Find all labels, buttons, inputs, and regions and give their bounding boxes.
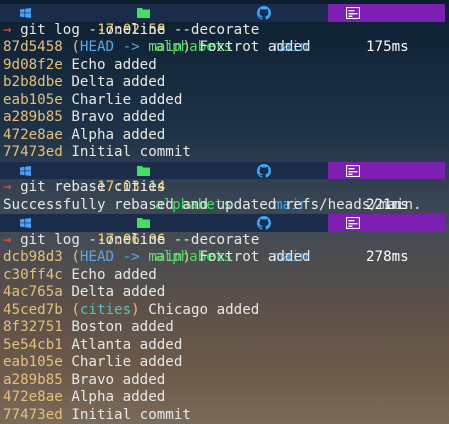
log-line: c30ff4c Echo added xyxy=(3,267,157,285)
command-text: git log --oneline --decorate xyxy=(20,21,260,38)
commit-hash: a289b85 xyxy=(3,371,63,388)
commit-message: Initial commit xyxy=(71,406,191,423)
log-line: 87d5458 (HEAD -> main) Foxtrot added xyxy=(3,39,311,55)
log-line: 472e8ae Alpha added xyxy=(3,127,165,145)
time-segment: 17:02:58 xyxy=(44,4,166,38)
commit-message: Charlie added xyxy=(71,354,183,370)
commit-hash: 4ac765a xyxy=(3,284,63,300)
commit-hash: 45ced7b xyxy=(3,301,63,318)
commit-hash: c30ff4c xyxy=(3,266,63,283)
commit-hash: 77473ed xyxy=(3,144,63,160)
directory-segment: alphabets xyxy=(132,214,250,265)
os-segment xyxy=(0,4,44,22)
command-text: git rebase cities xyxy=(20,179,166,195)
commit-message: Chicago added xyxy=(148,301,260,318)
prompt-bar: 17:06:06 alphabets main 278ms xyxy=(0,214,449,265)
log-line: a289b85 Bravo added xyxy=(3,372,165,390)
git-segment: main xyxy=(250,161,328,213)
branch-ref: main xyxy=(148,249,183,265)
github-icon xyxy=(257,6,271,20)
commit-hash: 472e8ae xyxy=(3,389,63,405)
commit-hash: dcb98d3 xyxy=(3,249,63,265)
os-segment xyxy=(0,214,44,232)
branch-ref: cities xyxy=(79,301,132,318)
windows-icon xyxy=(20,165,31,176)
commit-message: Alpha added xyxy=(71,126,166,143)
commit-hash: b2b8dbe xyxy=(3,74,63,90)
log-line: eab105e Charlie added xyxy=(3,92,182,110)
commit-message: Echo added xyxy=(71,56,157,73)
directory-segment: alphabets xyxy=(132,4,250,55)
commit-message: Foxtrot added xyxy=(199,39,311,55)
head-ref: HEAD -> xyxy=(79,249,149,265)
commit-message: Charlie added xyxy=(71,91,183,108)
github-icon xyxy=(257,163,271,178)
commit-message: Atlanta added xyxy=(71,336,183,353)
commit-hash: 472e8ae xyxy=(3,126,63,143)
timer-icon xyxy=(346,164,360,177)
duration-segment: 175ms xyxy=(328,4,445,55)
commit-hash: 5e54cb1 xyxy=(3,336,63,353)
log-line: 77473ed Initial commit xyxy=(3,407,191,424)
folder-icon xyxy=(137,165,150,176)
prompt-arrow-icon: → xyxy=(3,179,12,195)
folder-icon xyxy=(137,8,150,18)
branch-ref: main xyxy=(148,39,183,55)
rebase-output: Successfully rebased and updated refs/he… xyxy=(3,196,422,213)
windows-icon xyxy=(20,8,31,18)
prompt-arrow-icon: → xyxy=(3,21,12,38)
commit-hash: eab105e xyxy=(3,354,63,370)
head-ref: HEAD -> xyxy=(79,39,149,55)
timer-icon xyxy=(346,217,360,229)
log-line: dcb98d3 (HEAD -> main) Foxtrot added xyxy=(3,249,311,265)
duration-segment: 278ms xyxy=(328,214,445,265)
time-segment: 17:06:06 xyxy=(44,214,166,248)
commit-hash: 87d5458 xyxy=(3,39,63,55)
log-line: 8f32751 Boston added xyxy=(3,319,174,337)
command-line: → git log --oneline --decorate xyxy=(3,232,259,250)
command-line: → git log --oneline --decorate xyxy=(3,22,259,40)
command-line: → git rebase cities xyxy=(3,179,165,197)
terminal-window[interactable]: 17:02:58 alphabets main 175ms → git log … xyxy=(0,0,449,424)
duration-segment: 221ms xyxy=(328,161,445,213)
github-icon xyxy=(257,216,271,230)
time-segment: 17:03:14 xyxy=(44,161,166,195)
log-line: eab105e Charlie added xyxy=(3,354,182,372)
os-segment xyxy=(0,161,44,179)
prompt-bar: 17:02:58 alphabets main 175ms xyxy=(0,4,449,55)
commit-message: Delta added xyxy=(71,284,166,300)
duration-value: 278ms xyxy=(366,249,409,265)
prompt-arrow-icon: → xyxy=(3,231,12,248)
log-line: 472e8ae Alpha added xyxy=(3,389,165,407)
log-line: a289b85 Bravo added xyxy=(3,109,165,127)
log-line: 77473ed Initial commit xyxy=(3,144,191,162)
git-segment: main xyxy=(250,214,328,265)
commit-message: Alpha added xyxy=(71,389,166,405)
commit-message: Boston added xyxy=(71,319,174,335)
commit-message: Echo added xyxy=(71,266,157,283)
duration-value: 175ms xyxy=(366,39,409,55)
commit-message: Foxtrot added xyxy=(199,249,311,265)
log-line: 9d08f2e Echo added xyxy=(3,57,157,75)
commit-message: Delta added xyxy=(71,74,166,90)
commit-hash: 8f32751 xyxy=(3,319,63,335)
commit-hash: a289b85 xyxy=(3,109,63,125)
directory-segment: alphabets xyxy=(132,161,250,213)
log-line: 45ced7b (cities) Chicago added xyxy=(3,301,260,318)
commit-message: Bravo added xyxy=(71,109,166,125)
git-segment: main xyxy=(250,4,328,55)
command-text: git log --oneline --decorate xyxy=(20,231,260,248)
windows-icon xyxy=(20,218,31,228)
log-line: 4ac765a Delta added xyxy=(3,284,165,302)
log-line: b2b8dbe Delta added xyxy=(3,74,165,92)
timer-icon xyxy=(346,7,360,19)
folder-icon xyxy=(137,218,150,228)
commit-hash: eab105e xyxy=(3,91,63,108)
prompt-bar: 17:03:14 alphabets main 221ms xyxy=(0,161,449,213)
log-line: 5e54cb1 Atlanta added xyxy=(3,337,182,355)
commit-hash: 77473ed xyxy=(3,406,63,423)
commit-hash: 9d08f2e xyxy=(3,56,63,73)
commit-message: Initial commit xyxy=(71,144,191,160)
commit-message: Bravo added xyxy=(71,371,166,388)
